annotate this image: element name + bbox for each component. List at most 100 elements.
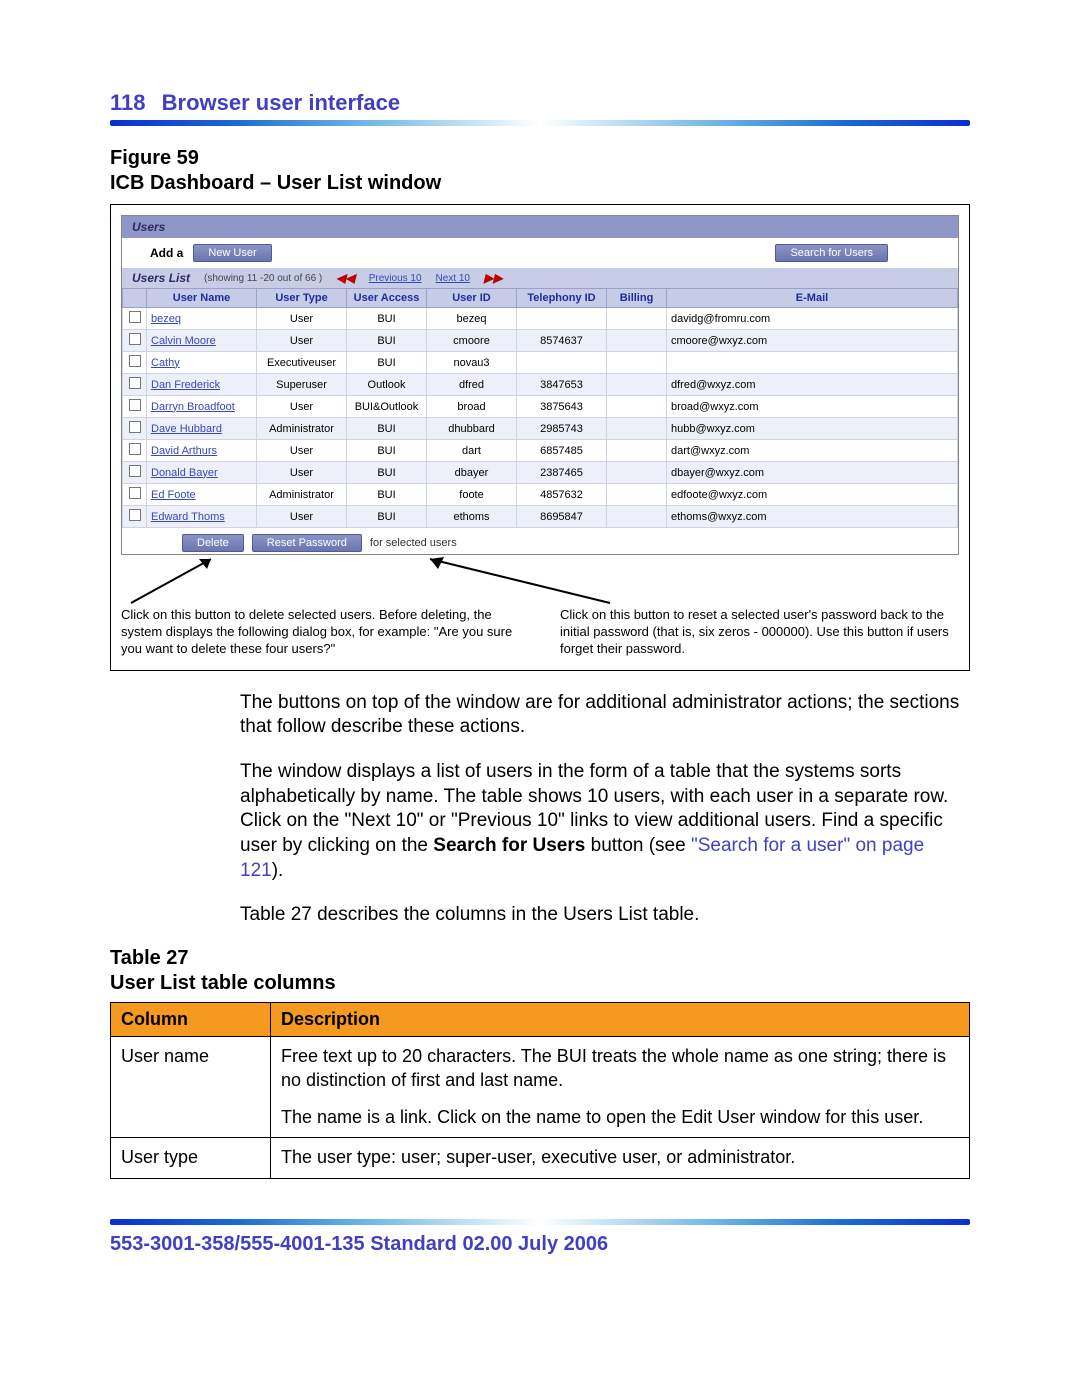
billing-cell bbox=[607, 352, 667, 374]
user-access-cell: BUI&Outlook bbox=[347, 396, 427, 418]
user-name-link[interactable]: Edward Thoms bbox=[151, 511, 225, 523]
user-id-cell: broad bbox=[427, 396, 517, 418]
email-cell: dart@wxyz.com bbox=[667, 440, 958, 462]
table-row: Calvin Moore UserBUIcmoore8574637 cmoore@w… bbox=[123, 330, 958, 352]
table-row: CathyExecutiveuserBUInovau3 bbox=[123, 352, 958, 374]
telephony-id-cell: 8574637 bbox=[517, 330, 607, 352]
user-id-cell: novau3 bbox=[427, 352, 517, 374]
arrow-icon bbox=[121, 553, 241, 607]
table-caption: User List table columns bbox=[110, 972, 336, 994]
table-row: Dave HubbardAdministratorBUIdhubbard2985… bbox=[123, 418, 958, 440]
billing-cell bbox=[607, 462, 667, 484]
user-type-cell: User bbox=[257, 462, 347, 484]
annotation-delete: Click on this button to delete selected … bbox=[121, 607, 512, 656]
figure-label: Figure 59 bbox=[110, 147, 199, 169]
user-name-link[interactable]: Dan Frederick bbox=[151, 379, 220, 391]
row-checkbox[interactable] bbox=[129, 355, 141, 367]
row-checkbox[interactable] bbox=[129, 377, 141, 389]
row-checkbox[interactable] bbox=[129, 421, 141, 433]
table-row: Darryn Broadfoot UserBUI&Outlookbroad3875… bbox=[123, 396, 958, 418]
users-col-header: User ID bbox=[427, 289, 517, 308]
billing-cell bbox=[607, 330, 667, 352]
telephony-id-cell: 8695847 bbox=[517, 506, 607, 528]
user-name-link[interactable]: Dave Hubbard bbox=[151, 423, 222, 435]
user-type-cell: User bbox=[257, 396, 347, 418]
users-col-header: E-Mail bbox=[667, 289, 958, 308]
table-row: Edward ThomsUserBUIethoms8695847ethoms@w… bbox=[123, 506, 958, 528]
users-col-header: Billing bbox=[607, 289, 667, 308]
user-type-cell: Superuser bbox=[257, 374, 347, 396]
user-id-cell: cmoore bbox=[427, 330, 517, 352]
for-selected-label: for selected users bbox=[370, 537, 457, 549]
next-10-link[interactable]: Next 10 bbox=[436, 273, 470, 284]
row-checkbox[interactable] bbox=[129, 465, 141, 477]
user-type-cell: User bbox=[257, 440, 347, 462]
row-checkbox[interactable] bbox=[129, 487, 141, 499]
user-name-link[interactable]: Darryn Broadfoot bbox=[151, 401, 235, 413]
page-title: Browser user interface bbox=[162, 90, 400, 115]
email-cell: davidg@fromru.com bbox=[667, 308, 958, 330]
billing-cell bbox=[607, 484, 667, 506]
desc-description-cell: Free text up to 20 characters. The BUI t… bbox=[271, 1037, 970, 1138]
search-users-button[interactable]: Search for Users bbox=[775, 244, 888, 262]
section-users-header: Users bbox=[122, 216, 958, 238]
paragraph-2c: button (see bbox=[585, 835, 691, 856]
user-id-cell: dhubbard bbox=[427, 418, 517, 440]
next-arrow-icon: ▶▶ bbox=[484, 271, 502, 285]
users-col-header: User Name bbox=[147, 289, 257, 308]
table-row: bezeqUserBUIbezeqdavidg@fromru.com bbox=[123, 308, 958, 330]
user-name-link[interactable]: Calvin Moore bbox=[151, 335, 216, 347]
row-checkbox[interactable] bbox=[129, 399, 141, 411]
users-list-header: Users List bbox=[132, 271, 190, 285]
reset-password-button[interactable]: Reset Password bbox=[252, 534, 362, 552]
telephony-id-cell: 2387465 bbox=[517, 462, 607, 484]
users-col-header: User Access bbox=[347, 289, 427, 308]
header-rule bbox=[110, 120, 970, 126]
telephony-id-cell: 2985743 bbox=[517, 418, 607, 440]
desc-col-header: Description bbox=[271, 1003, 970, 1037]
arrow-icon bbox=[420, 553, 620, 607]
user-type-cell: Administrator bbox=[257, 484, 347, 506]
table-row: User nameFree text up to 20 characters. … bbox=[111, 1037, 970, 1138]
user-name-link[interactable]: bezeq bbox=[151, 313, 181, 325]
email-cell: dfred@wxyz.com bbox=[667, 374, 958, 396]
user-type-cell: Administrator bbox=[257, 418, 347, 440]
table-row: David ArthursUserBUIdart6857485dart@wxyz… bbox=[123, 440, 958, 462]
add-label: Add a bbox=[150, 246, 183, 260]
paragraph-2-bold: Search for Users bbox=[433, 835, 585, 856]
user-access-cell: BUI bbox=[347, 440, 427, 462]
description-table: Column Description User nameFree text up… bbox=[110, 1002, 970, 1179]
new-user-button[interactable]: New User bbox=[193, 244, 271, 262]
telephony-id-cell bbox=[517, 308, 607, 330]
row-checkbox[interactable] bbox=[129, 333, 141, 345]
user-type-cell: User bbox=[257, 330, 347, 352]
user-type-cell: User bbox=[257, 506, 347, 528]
prev-10-link[interactable]: Previous 10 bbox=[369, 273, 422, 284]
user-name-link[interactable]: Ed Foote bbox=[151, 489, 196, 501]
table-label: Table 27 bbox=[110, 947, 189, 969]
telephony-id-cell: 4857632 bbox=[517, 484, 607, 506]
footer-rule bbox=[110, 1219, 970, 1225]
user-access-cell: BUI bbox=[347, 308, 427, 330]
telephony-id-cell: 3875643 bbox=[517, 396, 607, 418]
user-id-cell: bezeq bbox=[427, 308, 517, 330]
prev-arrow-icon: ◀◀ bbox=[336, 271, 354, 285]
dashboard: Users Add a New User Search for Users Us… bbox=[121, 215, 959, 555]
email-cell: ethoms@wxyz.com bbox=[667, 506, 958, 528]
desc-col-header: Column bbox=[111, 1003, 271, 1037]
email-cell: broad@wxyz.com bbox=[667, 396, 958, 418]
email-cell: cmoore@wxyz.com bbox=[667, 330, 958, 352]
user-name-link[interactable]: Cathy bbox=[151, 357, 180, 369]
user-access-cell: BUI bbox=[347, 506, 427, 528]
figure-box: Users Add a New User Search for Users Us… bbox=[110, 204, 970, 671]
delete-button[interactable]: Delete bbox=[182, 534, 244, 552]
users-table: User NameUser TypeUser AccessUser IDTele… bbox=[122, 288, 958, 528]
user-access-cell: BUI bbox=[347, 330, 427, 352]
row-checkbox[interactable] bbox=[129, 509, 141, 521]
user-name-link[interactable]: Donald Bayer bbox=[151, 467, 218, 479]
row-checkbox[interactable] bbox=[129, 311, 141, 323]
user-name-link[interactable]: David Arthurs bbox=[151, 445, 217, 457]
users-col-header: Telephony ID bbox=[517, 289, 607, 308]
row-checkbox[interactable] bbox=[129, 443, 141, 455]
user-id-cell: dbayer bbox=[427, 462, 517, 484]
